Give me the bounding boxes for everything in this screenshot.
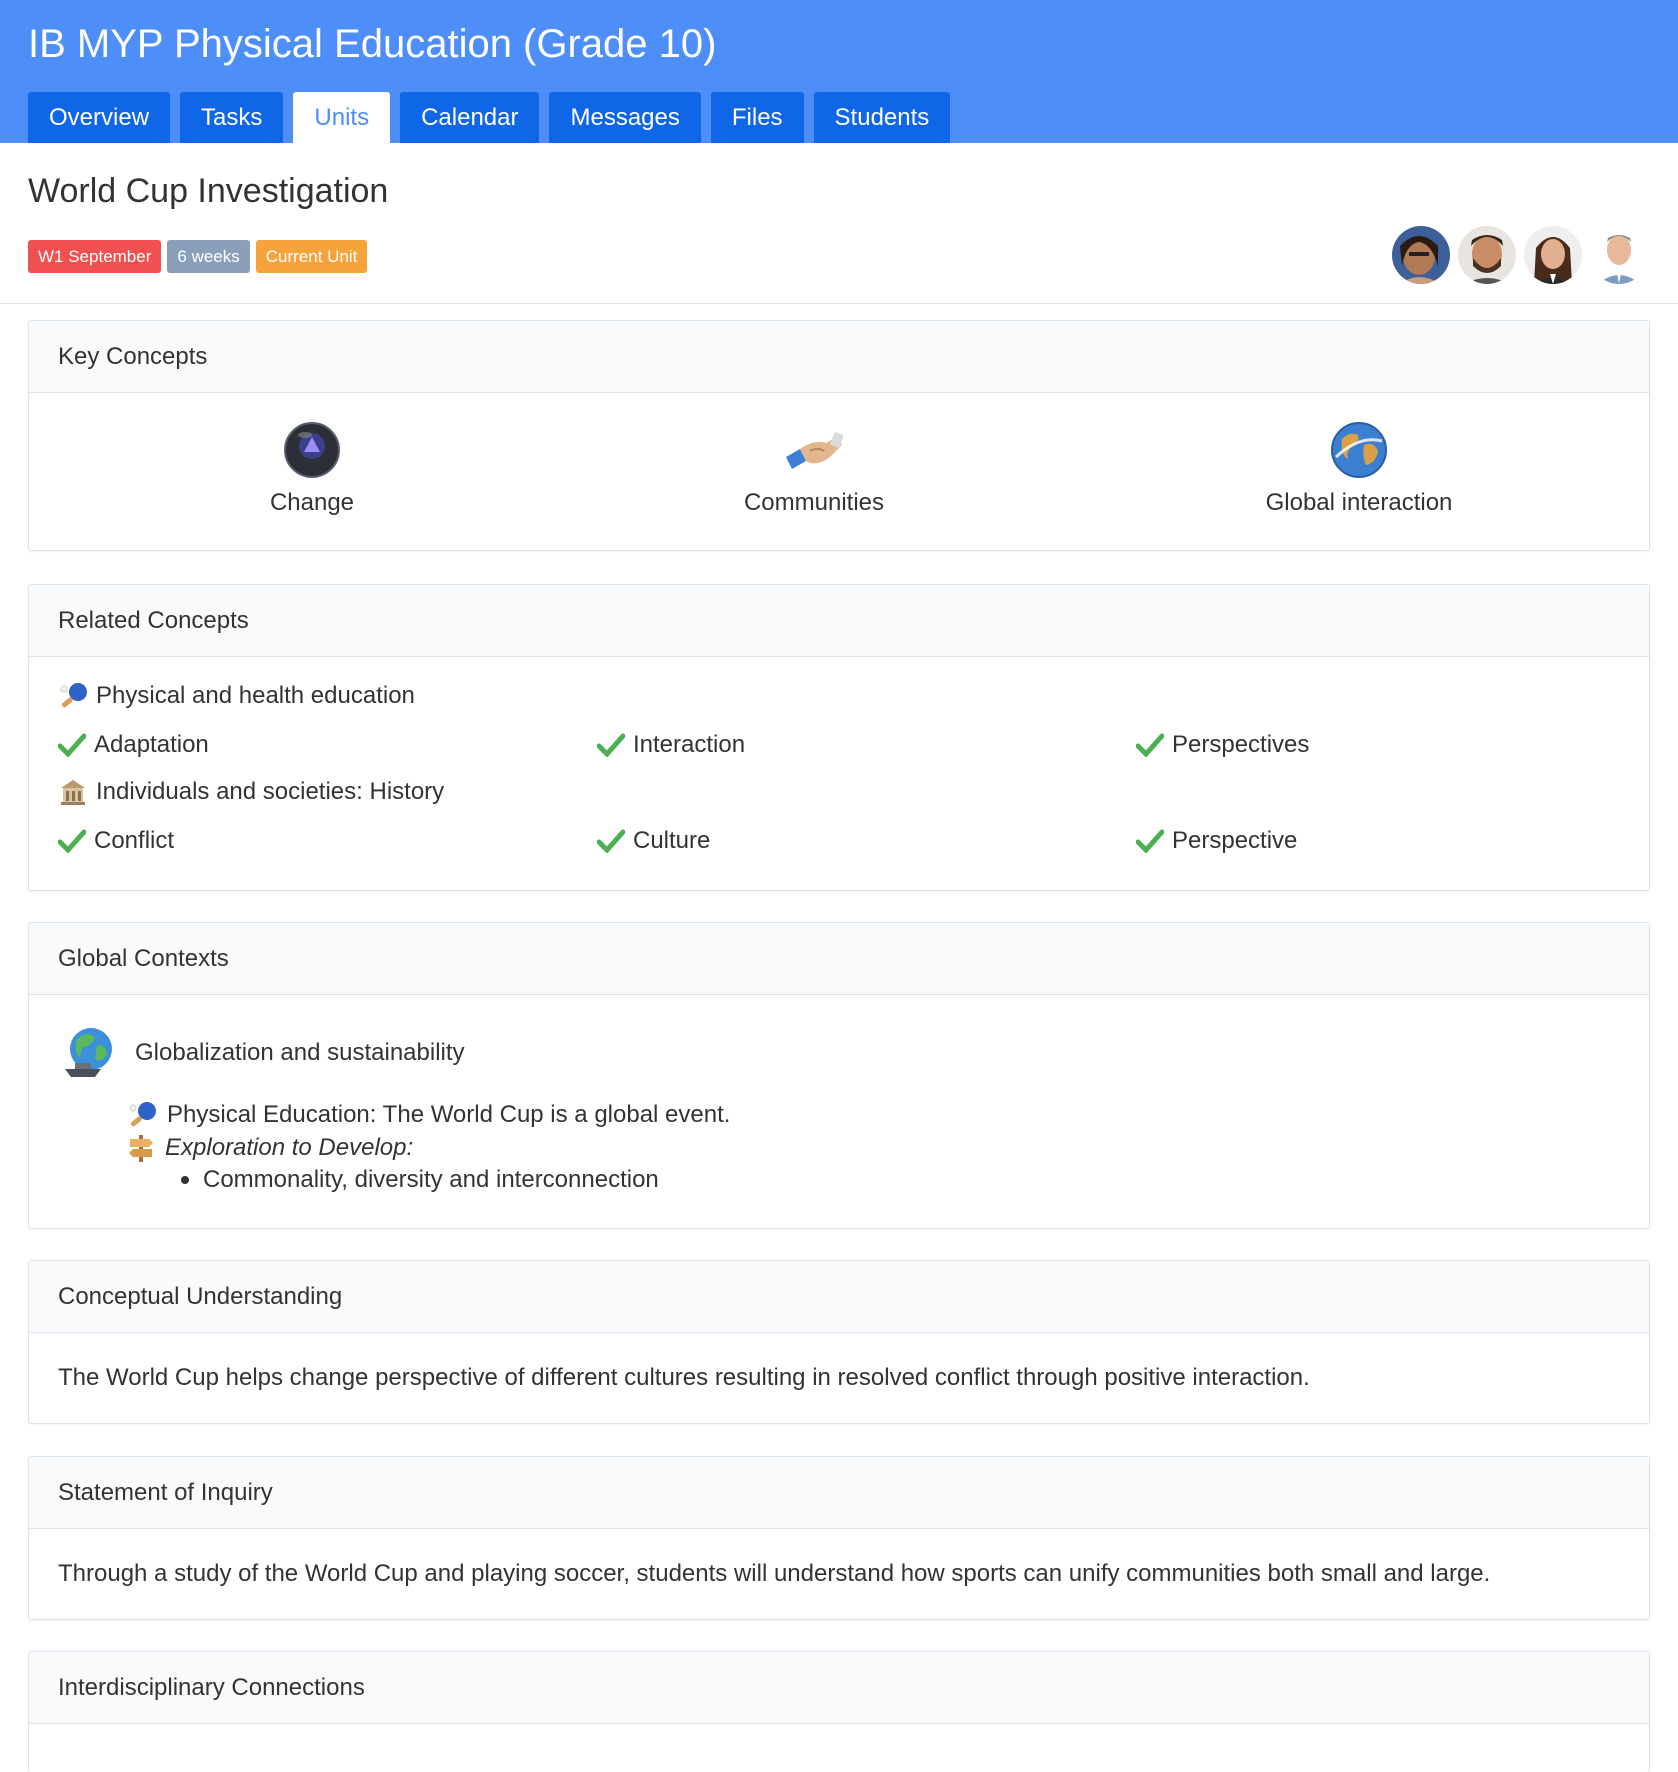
related-concept-item: Interaction [597,731,745,759]
app-title: IB MYP Physical Education (Grade 10) [28,22,717,66]
handshake-icon [786,432,844,469]
related-concept-item: Perspectives [1136,731,1309,759]
global-context-label: Globalization and sustainability [135,1039,465,1066]
concept-label: Interaction [633,731,746,758]
avatar[interactable] [1392,226,1450,284]
bullet-icon [181,1176,189,1184]
statement-text: Physical Education: The World Cup is a g… [167,1101,731,1128]
panel-heading: Statement of Inquiry [29,1457,1649,1529]
globe-ship-icon [65,1028,112,1077]
unit-badges: W1 September 6 weeks Current Unit [28,240,368,273]
ping-pong-icon [129,1102,156,1127]
status-badge: Current Unit [255,240,368,273]
key-concept-communities: Communities [704,421,924,517]
duration-badge: 6 weeks [167,240,250,273]
global-context-statement: Physical Education: The World Cup is a g… [127,1100,730,1130]
conceptual-understanding-text: The World Cup helps change perspective o… [58,1364,1310,1391]
concept-label: Perspectives [1172,731,1310,758]
concept-label: Communities [743,489,885,516]
unit-title: World Cup Investigation [28,172,389,210]
top-bar: IB MYP Physical Education (Grade 10) Ove… [0,0,1678,143]
tab-students[interactable]: Students [813,92,951,143]
checkmark-icon [1136,733,1164,757]
teacher-avatars [1392,226,1648,284]
related-concepts-panel: Related Concepts Physical and health edu… [28,584,1650,891]
statement-of-inquiry-panel: Statement of Inquiry Through a study of … [28,1456,1650,1620]
tab-calendar[interactable]: Calendar [400,92,540,143]
conceptual-understanding-panel: Conceptual Understanding The World Cup h… [28,1260,1650,1424]
avatar[interactable] [1524,226,1582,284]
checkmark-icon [58,829,86,853]
signpost-icon [129,1135,153,1162]
checkmark-icon [597,829,625,853]
start-week-badge: W1 September [28,240,162,273]
key-concept-global-interaction: Global interaction [1239,421,1479,517]
panel-heading: Conceptual Understanding [29,1261,1649,1333]
subject-row: Physical and health education [58,681,415,711]
panel-heading: Interdisciplinary Connections [29,1652,1649,1724]
key-concepts-panel: Key Concepts Change Communities Global i… [28,320,1650,551]
checkmark-icon [58,733,86,757]
subject-label: Physical and health education [96,682,415,709]
statement-of-inquiry-text: Through a study of the World Cup and pla… [58,1560,1491,1587]
concept-label: Change [269,489,355,516]
exploration-item: Commonality, diversity and interconnecti… [181,1166,659,1194]
concept-label: Adaptation [94,731,209,758]
related-concept-item: Adaptation [58,731,209,759]
exploration-label: Exploration to Develop: [165,1134,414,1161]
tab-bar: Overview Tasks Units Calendar Messages F… [28,92,951,143]
panel-heading: Key Concepts [29,321,1649,393]
tab-units[interactable]: Units [293,92,391,143]
global-context-row: Globalization and sustainability [61,1025,465,1081]
exploration-text: Commonality, diversity and interconnecti… [203,1166,659,1193]
concept-label: Conflict [94,827,175,854]
building-icon [61,780,85,805]
key-concept-change: Change [232,421,392,517]
concept-label: Global interaction [1265,489,1453,516]
panel-heading: Related Concepts [29,585,1649,657]
checkmark-icon [1136,829,1164,853]
related-concept-item: Perspective [1136,827,1297,855]
globe-icon [1331,422,1387,478]
ping-pong-icon [60,683,87,708]
magic-8-ball-icon [284,422,340,478]
concept-label: Perspective [1172,827,1298,854]
exploration-heading: Exploration to Develop: [127,1133,413,1163]
tab-tasks[interactable]: Tasks [180,92,284,143]
related-concept-item: Culture [597,827,710,855]
tab-overview[interactable]: Overview [28,92,171,143]
global-contexts-panel: Global Contexts Globalization and sustai… [28,922,1650,1229]
subject-label: Individuals and societies: History [96,778,445,805]
concept-label: Culture [633,827,711,854]
avatar[interactable] [1590,226,1648,284]
tab-files[interactable]: Files [710,92,804,143]
tab-messages[interactable]: Messages [549,92,701,143]
subject-row: Individuals and societies: History [58,777,444,807]
interdisciplinary-panel: Interdisciplinary Connections [28,1651,1650,1772]
panel-heading: Global Contexts [29,923,1649,995]
unit-header: World Cup Investigation W1 September 6 w… [0,143,1678,304]
avatar[interactable] [1458,226,1516,284]
related-concept-item: Conflict [58,827,174,855]
checkmark-icon [597,733,625,757]
